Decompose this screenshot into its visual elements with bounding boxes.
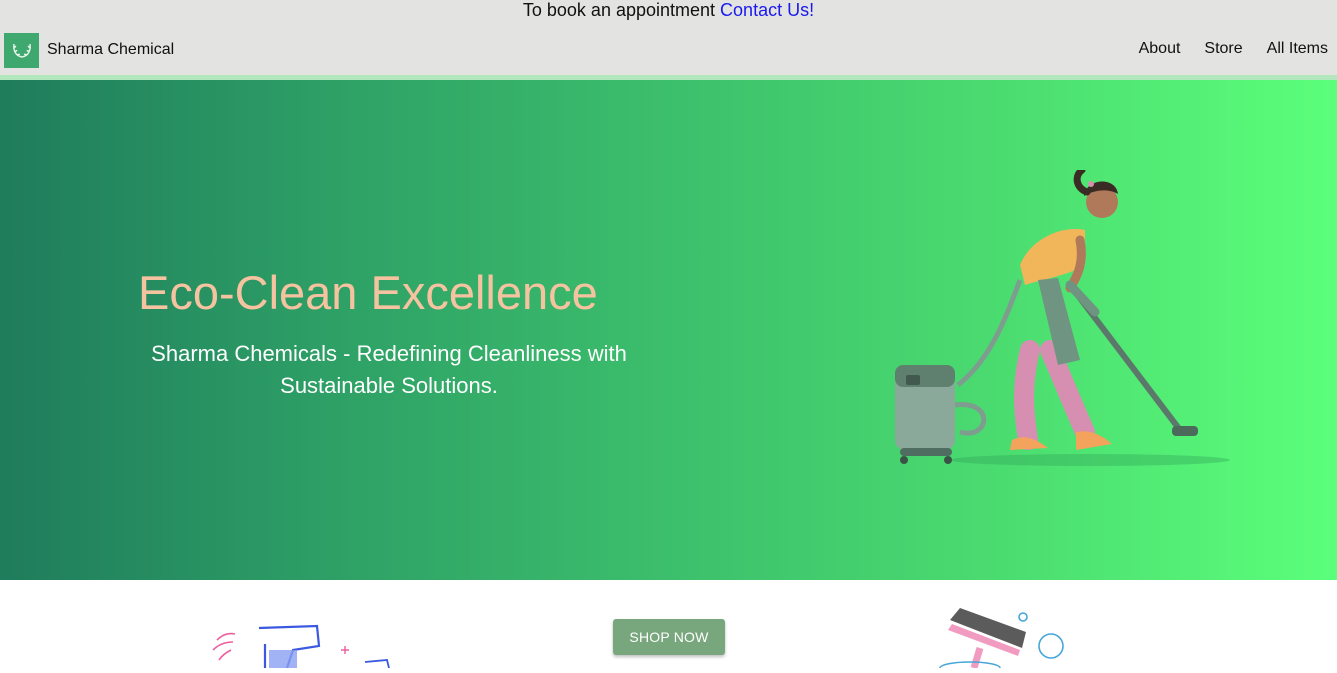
- announcement-bar: To book an appointment Contact Us!: [0, 0, 1337, 20]
- spray-bottle-icon: [205, 620, 395, 673]
- announcement-text: To book an appointment: [522, 0, 716, 20]
- brand-name[interactable]: Sharma Chemical: [47, 41, 174, 59]
- nav-store[interactable]: Store: [1204, 40, 1242, 58]
- contact-us-link[interactable]: Contact Us!: [720, 0, 814, 20]
- brand[interactable]: Sharma Chemical: [4, 32, 174, 68]
- shop-now-button[interactable]: SHOP NOW: [613, 619, 725, 655]
- nav-about[interactable]: About: [1139, 40, 1181, 58]
- squeegee-bubbles-icon: [930, 600, 1080, 673]
- woman-vacuuming-illustration: [895, 170, 1230, 466]
- top-header: To book an appointment Contact Us! Sharm…: [0, 0, 1337, 75]
- main-nav: About Store All Items: [1139, 40, 1328, 58]
- hero-section: Eco-Clean Excellence Sharma Chemicals - …: [0, 80, 1337, 580]
- laurel-wreath-icon: [4, 32, 39, 68]
- hero-title: Eco-Clean Excellence: [138, 266, 598, 319]
- hero-subtitle: Sharma Chemicals - Redefining Cleanlines…: [151, 341, 627, 398]
- nav-all-items[interactable]: All Items: [1267, 40, 1328, 58]
